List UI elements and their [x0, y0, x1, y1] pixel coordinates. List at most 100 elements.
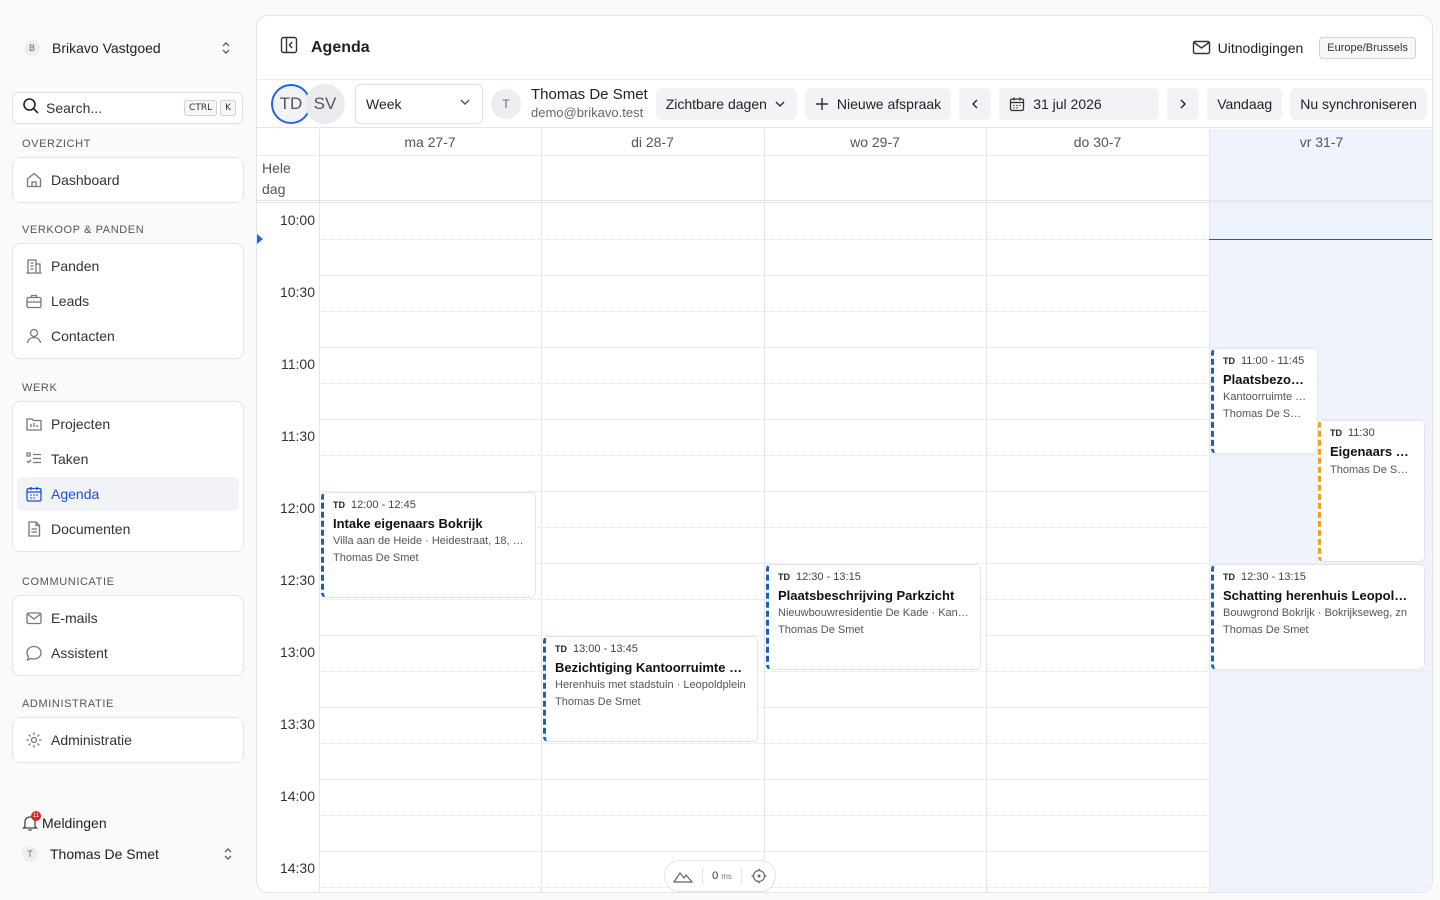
quarter-line — [319, 815, 1432, 816]
hour-line — [319, 707, 1432, 708]
user-email: demo@brikavo.test — [531, 104, 644, 120]
main-panel: Agenda Uitnodigingen Europe/Brussels TD … — [256, 15, 1433, 893]
search-input[interactable]: Search... CTRL K — [12, 92, 243, 124]
sidebar-item-label: Projecten — [51, 416, 111, 432]
next-week-button[interactable] — [1167, 87, 1200, 120]
user-menu[interactable]: T Thomas De Smet — [22, 846, 234, 862]
event-initials: TD — [1223, 356, 1235, 366]
time-label: 10:00 — [279, 212, 315, 228]
sidebar-item-label: Dashboard — [51, 172, 120, 188]
hour-line — [319, 779, 1432, 780]
search-icon — [22, 97, 40, 120]
new-appointment-button[interactable]: Nieuwe afspraak — [804, 87, 952, 120]
calendar-grid: ma 27-7 di 28-7 wo 29-7 do 30-7 vr 31-7 … — [257, 129, 1432, 892]
today-button[interactable]: Vandaag — [1207, 87, 1283, 120]
crosshair-icon[interactable] — [751, 868, 767, 884]
page-header: Agenda Uitnodigingen Europe/Brussels — [257, 16, 1432, 80]
user-name: Thomas De Smet — [50, 846, 159, 862]
section-administratie: ADMINISTRATIE — [22, 698, 114, 710]
event-title: Plaatsbeschrijving Parkzicht — [778, 588, 955, 603]
sidebar-item-taken[interactable]: Taken — [17, 442, 239, 476]
kbd-k: K — [220, 100, 236, 116]
all-day-label-line: dag — [262, 181, 286, 197]
org-switcher[interactable]: B Brikavo Vastgoed — [12, 30, 244, 66]
event-owner: Thomas De Smet — [1223, 408, 1308, 420]
avatar-filter-sv[interactable]: SV — [305, 83, 345, 124]
date-picker[interactable]: 31 jul 2026 — [999, 87, 1160, 120]
sidebar-item-label: Leads — [51, 293, 90, 309]
home-icon — [25, 171, 43, 189]
sidebar-item-panden[interactable]: Panden — [17, 249, 239, 283]
nav-group-overzicht: Dashboard — [12, 157, 244, 203]
sidebar-item-assistent[interactable]: Assistent — [17, 636, 239, 670]
invites-label: Uitnodigingen — [1217, 39, 1304, 56]
event-initials: TD — [555, 644, 567, 654]
sidebar-item-dashboard[interactable]: Dashboard — [17, 163, 239, 197]
sidebar-item-contacten[interactable]: Contacten — [17, 319, 239, 353]
gear-icon — [25, 731, 43, 749]
now-marker-icon — [257, 234, 263, 244]
sidebar-toggle-icon[interactable] — [279, 35, 299, 60]
event-card[interactable]: TD 11:30 Eigenaars bellen Thomas De Smet — [1318, 420, 1425, 562]
nav-group-werk: Projecten Taken Agenda Documenten — [12, 401, 244, 552]
divider — [257, 155, 1432, 156]
quarter-line — [319, 455, 1432, 456]
event-title: Schatting herenhuis Leopoldplein — [1223, 588, 1415, 603]
chevron-updown-icon — [220, 40, 232, 56]
sidebar-item-label: Contacten — [51, 328, 115, 344]
visible-days-button[interactable]: Zichtbare dagen — [655, 87, 797, 120]
day-header[interactable]: do 30-7 — [986, 129, 1209, 155]
all-day-divider — [257, 200, 1432, 203]
event-initials: TD — [778, 572, 790, 582]
time-label: 13:00 — [279, 644, 315, 660]
render-time-value: 0 — [712, 870, 719, 882]
event-initials: TD — [1223, 572, 1235, 582]
checklist-icon — [25, 450, 43, 468]
sync-button[interactable]: Nu synchroniseren — [1290, 87, 1427, 120]
invites-button[interactable]: Uitnodigingen — [1192, 39, 1304, 57]
user-avatar: T — [22, 846, 38, 862]
folder-icon — [25, 415, 43, 433]
event-time: 11:30 — [1348, 427, 1375, 439]
devtools-toolbar: 0 ms — [664, 860, 776, 892]
nav-group-administratie: Administratie — [12, 717, 244, 763]
day-header[interactable]: di 28-7 — [541, 129, 764, 155]
mail-icon — [25, 609, 43, 627]
sidebar-item-administratie[interactable]: Administratie — [17, 723, 239, 757]
view-select-value: Week — [366, 95, 402, 112]
day-header[interactable]: vr 31-7 — [1209, 129, 1432, 155]
sidebar-item-projecten[interactable]: Projecten — [17, 407, 239, 441]
sidebar-item-label: Documenten — [51, 521, 131, 537]
document-icon — [25, 520, 43, 538]
event-card[interactable]: TD 12:30 - 13:15 Plaatsbeschrijving Parkz… — [766, 564, 981, 670]
notifications-button[interactable]: 11 Meldingen — [21, 811, 107, 832]
mountain-logo-icon[interactable] — [673, 869, 693, 883]
sidebar-item-agenda[interactable]: Agenda — [17, 477, 239, 511]
event-title: Eigenaars bellen — [1330, 444, 1415, 459]
day-header[interactable]: wo 29-7 — [764, 129, 986, 155]
event-owner: Thomas De Smet — [333, 552, 419, 564]
event-card[interactable]: TD 13:00 - 13:45 Bezichtiging Kantoorruim… — [543, 636, 758, 742]
event-card[interactable]: TD 11:00 - 11:45 Plaatsbezoek kantoor Kan… — [1211, 348, 1318, 454]
sidebar-item-label: Administratie — [51, 732, 132, 748]
sidebar: B Brikavo Vastgoed Search... CTRL K OVER… — [0, 0, 256, 900]
now-line — [1209, 239, 1432, 240]
kbd-ctrl: CTRL — [184, 100, 218, 116]
day-header[interactable]: ma 27-7 — [319, 129, 541, 155]
event-card[interactable]: TD 12:00 - 12:45 Intake eigenaars Bokrijk… — [321, 492, 536, 598]
render-time-unit: ms — [721, 872, 732, 881]
sidebar-item-documenten[interactable]: Documenten — [17, 512, 239, 546]
plus-icon — [815, 97, 829, 111]
all-day-label-line: Hele — [262, 160, 291, 176]
hour-line — [319, 275, 1432, 276]
event-time: 12:30 - 13:15 — [1241, 571, 1306, 583]
chevron-right-icon — [1176, 97, 1190, 111]
event-card[interactable]: TD 12:30 - 13:15 Schatting herenhuis Leop… — [1211, 564, 1425, 670]
section-communicatie: COMMUNICATIE — [22, 576, 115, 588]
view-select[interactable]: Week — [355, 83, 483, 124]
sidebar-item-emails[interactable]: E-mails — [17, 601, 239, 635]
calendar-icon — [1009, 96, 1025, 112]
sidebar-item-leads[interactable]: Leads — [17, 284, 239, 318]
prev-week-button[interactable] — [959, 87, 992, 120]
calendar-icon — [25, 485, 43, 503]
